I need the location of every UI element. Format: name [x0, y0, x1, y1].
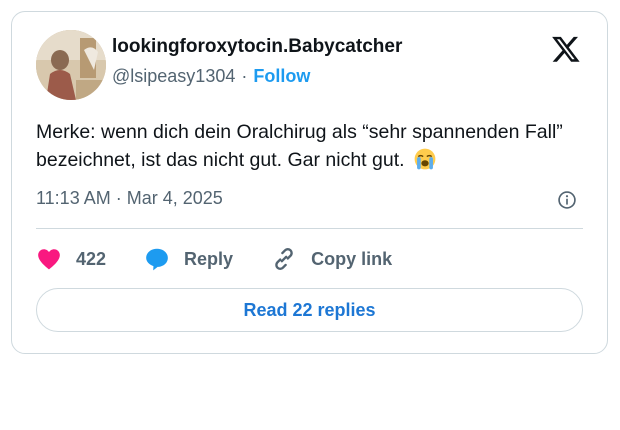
like-count: 422	[76, 248, 107, 269]
copy-link-label: Copy link	[311, 248, 393, 269]
reply-bubble-icon	[146, 248, 168, 271]
info-icon[interactable]	[557, 190, 577, 210]
timestamp[interactable]: 11:13 AM · Mar 4, 2025	[36, 188, 223, 209]
like-button[interactable]: 422	[36, 246, 106, 272]
reply-label: Reply	[184, 248, 234, 269]
post-text: Merke: wenn dich dein Oralchirug als “se…	[36, 118, 576, 174]
read-replies-button[interactable]: Read 22 replies	[36, 288, 583, 332]
handle-row: @lsipeasy1304 · Follow	[112, 66, 310, 87]
separator-dot: ·	[241, 66, 248, 86]
follow-button[interactable]: Follow	[253, 66, 310, 86]
timestamp-separator: ·	[110, 188, 127, 208]
embedded-post-card: lookingforoxytocin.Babycatcher @lsipeasy…	[11, 11, 608, 354]
link-icon	[275, 248, 293, 270]
heart-icon	[38, 249, 60, 270]
display-name[interactable]: lookingforoxytocin.Babycatcher	[112, 36, 402, 58]
x-logo-icon[interactable]	[551, 34, 581, 64]
post-date: Mar 4, 2025	[126, 188, 223, 208]
post-body: Merke: wenn dich dein Oralchirug als “se…	[36, 121, 563, 171]
handle[interactable]: @lsipeasy1304	[112, 66, 235, 86]
avatar-image	[36, 30, 106, 100]
post-time: 11:13 AM	[36, 188, 111, 208]
divider	[36, 228, 583, 229]
action-bar: 422 Reply Copy link	[36, 244, 430, 274]
avatar[interactable]	[36, 30, 106, 100]
loudly-crying-face-icon	[414, 148, 436, 170]
copy-link-button[interactable]: Copy link	[271, 246, 392, 272]
reply-button[interactable]: Reply	[144, 246, 233, 272]
